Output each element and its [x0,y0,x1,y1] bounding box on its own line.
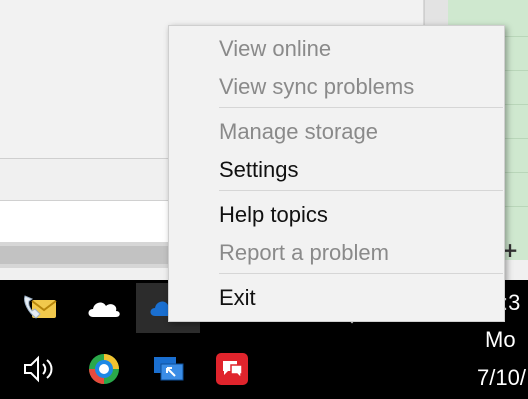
sync-circle-icon[interactable] [72,344,136,394]
menu-item-settings[interactable]: Settings [169,151,504,189]
menu-separator [219,190,503,191]
clock-date[interactable]: 7/10/ [477,365,526,391]
onedrive-cloud-icon[interactable] [72,283,136,333]
clock-day[interactable]: Mo [485,327,516,353]
chat-app-icon[interactable] [200,344,264,394]
phone-mail-icon[interactable] [8,283,72,333]
menu-item-view-online[interactable]: View online [169,30,504,68]
volume-icon[interactable] [8,344,72,394]
menu-item-view-sync-problems[interactable]: View sync problems [169,68,504,106]
menu-item-manage-storage[interactable]: Manage storage [169,113,504,151]
menu-separator [219,273,503,274]
remote-desktop-icon[interactable] [136,344,200,394]
menu-item-help-topics[interactable]: Help topics [169,196,504,234]
menu-item-report-problem[interactable]: Report a problem [169,234,504,272]
menu-separator [219,107,503,108]
onedrive-context-menu: View online View sync problems Manage st… [168,25,505,322]
menu-item-exit[interactable]: Exit [169,279,504,317]
